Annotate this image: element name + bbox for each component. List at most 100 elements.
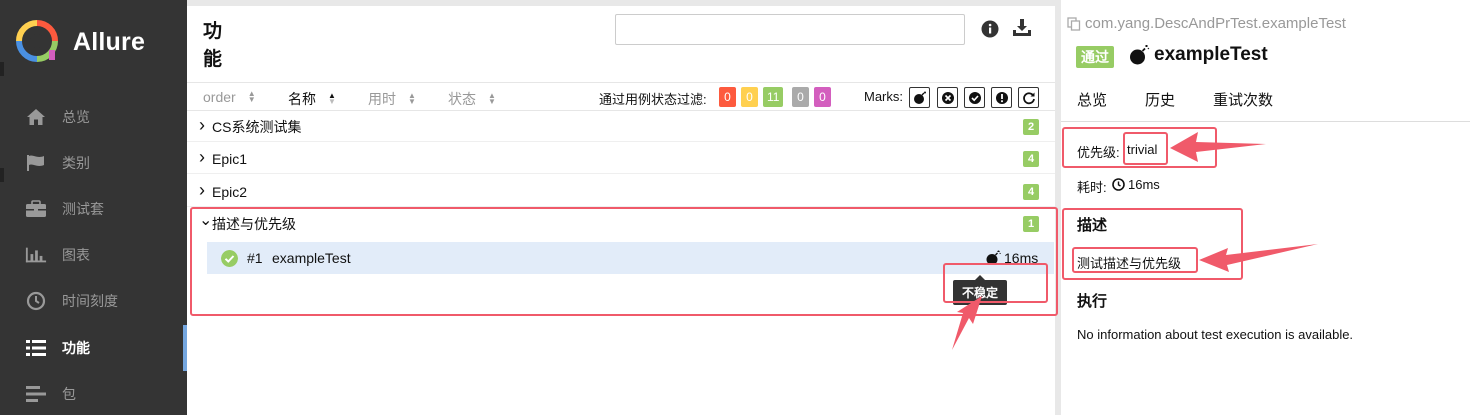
sort-name-button[interactable]: 名称 ▲ ▼ — [288, 89, 336, 109]
sidebar-item-label: 总览 — [62, 109, 90, 125]
clock-icon — [25, 290, 47, 312]
check-circle-icon — [968, 91, 981, 104]
group-label: Epic2 — [212, 183, 248, 200]
copy-icon[interactable] — [1067, 16, 1081, 31]
chevron-down-icon: ⌄ — [199, 212, 213, 229]
description-heading: 描述 — [1077, 217, 1108, 234]
bomb-icon — [986, 250, 1001, 265]
filter-broken-badge[interactable]: 0 — [741, 87, 758, 107]
briefcase-icon — [25, 198, 47, 220]
execution-text: No information about test execution is a… — [1077, 327, 1354, 342]
align-left-icon — [25, 383, 47, 405]
sidebar-edge-mark — [0, 62, 4, 76]
sort-asc-icon: ▲ ▼ — [328, 91, 336, 106]
sidebar-item-label: 图表 — [62, 247, 90, 263]
allure-logo-icon — [16, 20, 58, 62]
duration-label: 耗时: — [1077, 180, 1107, 195]
sort-duration-label: 用时 — [368, 91, 396, 107]
mark-new-passed-button[interactable] — [964, 87, 985, 108]
sidebar-item-overview[interactable]: 总览 — [0, 94, 187, 140]
download-icon[interactable] — [1012, 18, 1032, 38]
marks-label: Marks: — [864, 89, 903, 104]
sidebar-item-packages[interactable]: 包 — [0, 371, 187, 417]
description-text: 测试描述与优先级 — [1077, 256, 1182, 271]
group-count-badge: 1 — [1023, 216, 1039, 232]
home-icon — [25, 106, 47, 128]
filter-unknown-badge[interactable]: 0 — [814, 87, 831, 107]
priority-value: trivial — [1127, 142, 1158, 157]
chevron-right-icon: › — [199, 180, 205, 200]
sort-icon: ▲ ▼ — [488, 91, 496, 106]
sidebar-item-behaviors[interactable]: 功能 — [0, 325, 187, 371]
bar-chart-icon — [25, 244, 47, 266]
filter-skipped-badge[interactable]: 0 — [792, 87, 809, 107]
flag-icon — [25, 152, 47, 174]
exclamation-circle-icon — [995, 91, 1008, 104]
status-badge: 通过 — [1076, 46, 1114, 68]
mark-new-failed-button[interactable] — [937, 87, 958, 108]
mark-new-broken-button[interactable] — [991, 87, 1012, 108]
group-label: CS系统测试集 — [212, 118, 302, 135]
clock-icon — [1112, 178, 1125, 191]
sort-icon: ▲ ▼ — [408, 91, 416, 106]
sidebar-item-timeline[interactable]: 时间刻度 — [0, 278, 187, 324]
mark-retries-button[interactable] — [1018, 87, 1039, 108]
tree-group-row[interactable]: › Epic2 4 — [187, 177, 1055, 207]
sidebar-item-label: 类别 — [62, 155, 90, 171]
tree-pane: 功能 order ▲ ▼ 名称 ▲ ▼ 用时 ▲ ▼ 状态 ▲ ▼ 通过用例状态过滤: … — [187, 0, 1055, 415]
duration-value: 16ms — [1128, 177, 1160, 192]
info-icon[interactable] — [981, 20, 999, 38]
brand-name: Allure — [73, 28, 146, 56]
sidebar-item-label: 测试套 — [62, 201, 104, 217]
sort-icon: ▲ ▼ — [247, 89, 256, 104]
page-title: 功能 — [203, 21, 223, 70]
passed-status-icon — [221, 250, 238, 267]
test-case-row[interactable]: #1 exampleTest 16ms — [207, 242, 1054, 274]
tree-group-row-expanded[interactable]: ⌄ 描述与优先级 1 — [187, 209, 1055, 239]
sort-order-label: order — [203, 89, 236, 105]
mark-flaky-button[interactable] — [909, 87, 930, 108]
tree-group-row[interactable]: › CS系统测试集 2 — [187, 112, 1055, 142]
tab-history[interactable]: 历史 — [1145, 89, 1175, 110]
tabs-divider — [1061, 121, 1470, 122]
priority-label: 优先级: — [1077, 145, 1120, 160]
sort-status-button[interactable]: 状态 ▲ ▼ — [448, 89, 496, 109]
bomb-icon — [1130, 45, 1150, 65]
test-path-text: com.yang.DescAndPrTest.exampleTest — [1085, 15, 1346, 32]
test-name: exampleTest — [272, 250, 351, 266]
flaky-tooltip: 不稳定 — [953, 275, 1008, 305]
list-icon — [25, 337, 47, 359]
group-label: Epic1 — [212, 150, 248, 167]
tab-retries[interactable]: 重试次数 — [1213, 89, 1273, 110]
sort-status-label: 状态 — [448, 91, 476, 107]
test-title: exampleTest — [1154, 44, 1268, 65]
sidebar-item-label: 包 — [62, 386, 76, 402]
group-count-badge: 2 — [1023, 118, 1039, 135]
search-input[interactable] — [615, 14, 965, 45]
execution-heading: 执行 — [1077, 293, 1108, 310]
sort-duration-button[interactable]: 用时 ▲ ▼ — [368, 89, 416, 109]
chevron-right-icon: › — [199, 147, 205, 167]
status-filter-label: 通过用例状态过滤: — [599, 92, 707, 107]
bomb-icon — [913, 91, 926, 104]
sort-order-button[interactable]: order ▲ ▼ — [203, 89, 256, 105]
filter-passed-badge[interactable]: 11 — [763, 87, 784, 107]
sidebar-item-suites[interactable]: 测试套 — [0, 186, 187, 232]
test-full-path: com.yang.DescAndPrTest.exampleTest — [1067, 15, 1346, 32]
test-duration: 16ms — [1004, 250, 1039, 266]
sidebar-item-categories[interactable]: 类别 — [0, 140, 187, 186]
sidebar: Allure 总览 类别 测试套 图表 时间刻度 功能 包 — [0, 0, 187, 415]
test-number: #1 — [247, 250, 263, 266]
sidebar-item-graphs[interactable]: 图表 — [0, 232, 187, 278]
tree-toolbar: order ▲ ▼ 名称 ▲ ▼ 用时 ▲ ▼ 状态 ▲ ▼ 通过用例状态过滤: 0 0… — [187, 82, 1055, 111]
filter-failed-badge[interactable]: 0 — [719, 87, 736, 107]
refresh-icon — [1022, 91, 1035, 104]
group-count-badge: 4 — [1023, 150, 1039, 167]
sort-name-label: 名称 — [288, 91, 316, 107]
chevron-right-icon: › — [199, 115, 205, 135]
group-count-badge: 4 — [1023, 183, 1039, 200]
times-circle-icon — [941, 91, 954, 104]
sidebar-item-label: 时间刻度 — [62, 293, 118, 309]
tree-group-row[interactable]: › Epic1 4 — [187, 144, 1055, 174]
tab-overview[interactable]: 总览 — [1077, 89, 1107, 110]
